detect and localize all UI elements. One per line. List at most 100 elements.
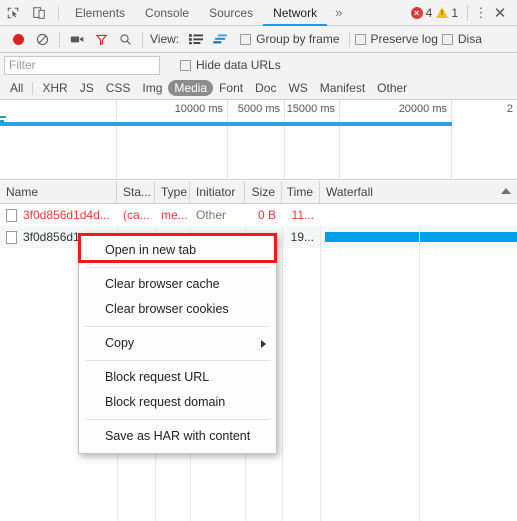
sort-ascending-icon [501,188,511,194]
menu-item-clear-browser-cookies[interactable]: Clear browser cookies [79,297,276,322]
cell-time: 11... [291,208,314,222]
menu-separator [85,360,270,361]
cell-name[interactable]: 3f0d856d1d4d... [0,204,117,226]
menu-separator [85,326,270,327]
grid-line [419,226,420,521]
hide-data-urls-checkbox[interactable]: Hide data URLs [180,58,281,72]
more-tabs-button[interactable]: » [327,0,350,26]
toolbar-divider-3 [348,31,350,47]
menu-item-block-request-url[interactable]: Block request URL [79,365,276,390]
filter-chip-media[interactable]: Media [168,80,214,96]
grid-line [320,226,321,521]
tabbar-divider [58,5,59,20]
network-overview[interactable]: 5000 ms 10000 ms 15000 ms 20000 ms 2 [0,100,517,180]
error-icon: × [410,6,423,19]
table-row[interactable]: 3f0d856d1d4d... (ca... me... Other 0 B 1… [0,204,517,226]
column-header-initiator[interactable]: Initiator [190,181,245,203]
warning-badge[interactable]: 1 [436,6,458,20]
filter-chip-other[interactable]: Other [371,80,413,96]
hide-data-urls-label: Hide data URLs [196,58,281,72]
menu-item-open-in-new-tab[interactable]: Open in new tab [79,238,276,263]
filter-chip-all[interactable]: All [4,80,29,96]
menu-item-copy-label: Copy [105,336,135,350]
tabbar-right-divider [467,4,468,21]
chevron-right-icon [261,340,266,348]
error-count: 4 [425,5,433,20]
group-by-frame-label: Group by frame [256,32,340,46]
toolbar-divider-1 [59,31,60,47]
column-header-waterfall[interactable]: Waterfall [320,181,517,203]
warning-icon [436,7,449,18]
overview-tick-25000: 2 [0,100,517,180]
filter-chip-xhr[interactable]: XHR [36,80,73,96]
context-menu[interactable]: Open in new tab Clear browser cache Clea… [78,233,277,454]
list-view-icon[interactable] [184,28,208,50]
overview-tick-label: 2 [506,103,513,115]
checkbox-box [354,33,366,45]
grid-line [282,226,283,521]
filter-input[interactable] [4,55,160,75]
filter-chip-ws[interactable]: WS [282,80,313,96]
panel-tabs: Elements Console Sources Network » [65,0,350,26]
view-label: View: [150,32,180,46]
column-header-size[interactable]: Size [245,181,282,203]
request-name: 3f0d856d1d4d... [23,208,110,222]
record-button[interactable] [6,28,30,50]
cell-type: me... [161,208,188,222]
search-icon[interactable] [113,28,137,50]
cell-size: 0 B [257,208,276,222]
waterfall-view-icon[interactable] [208,28,232,50]
tab-elements[interactable]: Elements [65,0,135,26]
devtools-window: Elements Console Sources Network » × 4 1… [0,0,517,521]
tab-sources[interactable]: Sources [199,0,263,26]
cell-initiator: Other [196,208,227,222]
network-toolbar: View: Group by frame Preserve log Disa [0,26,517,53]
funnel-icon[interactable] [89,28,113,50]
column-header-name[interactable]: Name [0,181,117,203]
error-badge[interactable]: × 4 [410,5,433,20]
disable-cache-checkbox[interactable]: Disa [441,32,482,46]
record-icon [12,33,24,45]
tab-console[interactable]: Console [135,0,199,26]
warning-count: 1 [451,5,458,20]
clear-button[interactable] [30,28,54,50]
checkbox-box [180,59,191,71]
filter-row: Hide data URLs [0,53,517,77]
file-icon [6,208,17,222]
overview-activity-band [0,122,452,126]
cell-status: (ca... [123,208,150,222]
column-header-status[interactable]: Sta... [117,181,155,203]
chip-divider [32,81,34,95]
disable-cache-label: Disa [457,32,482,46]
filter-chip-css[interactable]: CSS [100,80,137,96]
table-header-row: Name Sta... Type Initiator Size Time Wat… [0,181,517,204]
menu-separator [85,419,270,420]
preserve-log-label: Preserve log [370,32,438,46]
filter-chip-font[interactable]: Font [213,80,249,96]
toolbar-divider-2 [142,31,143,47]
checkbox-box [240,33,252,45]
close-icon[interactable]: ✕ [489,4,511,22]
device-toolbar-icon[interactable] [26,1,52,25]
preserve-log-checkbox[interactable]: Preserve log [354,32,438,46]
filter-chip-manifest[interactable]: Manifest [314,80,371,96]
vertical-dots-icon[interactable]: ⋮ [473,5,489,21]
tabbar-right-controls: × 4 1 ⋮ ✕ [410,4,517,22]
filter-chip-doc[interactable]: Doc [249,80,282,96]
camera-icon[interactable] [65,28,89,50]
devtools-tabbar: Elements Console Sources Network » × 4 1… [0,0,517,26]
menu-separator [85,267,270,268]
menu-item-save-as-har[interactable]: Save as HAR with content [79,424,276,449]
menu-item-clear-browser-cache[interactable]: Clear browser cache [79,272,276,297]
group-by-frame-checkbox[interactable]: Group by frame [240,32,340,46]
inspect-element-icon[interactable] [0,1,26,25]
column-header-time[interactable]: Time [282,181,320,203]
column-header-type[interactable]: Type [155,181,190,203]
menu-item-block-request-domain[interactable]: Block request domain [79,390,276,415]
resource-type-filters: All XHR JS CSS Img Media Font Doc WS Man… [0,77,517,100]
checkbox-box [441,33,453,45]
menu-item-copy[interactable]: Copy [79,331,276,356]
tab-network[interactable]: Network [263,0,327,26]
filter-chip-img[interactable]: Img [136,80,168,96]
filter-chip-js[interactable]: JS [74,80,100,96]
